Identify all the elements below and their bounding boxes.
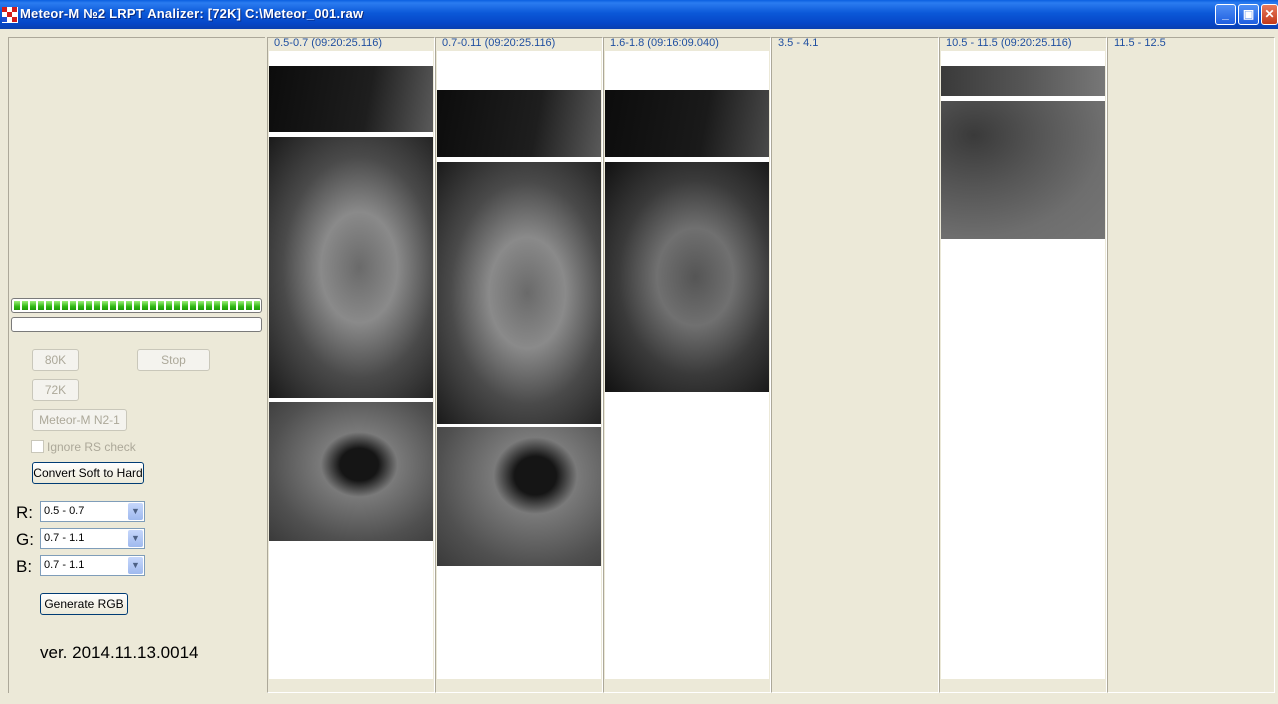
- progress-segment: [30, 301, 36, 310]
- satellite-image-strip: [605, 162, 769, 392]
- meteor-m-n2-1-button[interactable]: Meteor-M N2-1: [32, 409, 127, 431]
- satellite-image-strip: [269, 66, 433, 132]
- channel-column-2: 0.7-0.11 (09:20:25.116): [435, 37, 603, 693]
- progress-bar-secondary: [11, 317, 262, 332]
- satellite-image-strip: [605, 90, 769, 157]
- satellite-image-strip: [437, 90, 601, 157]
- progress-segment: [46, 301, 52, 310]
- checkbox-box[interactable]: [31, 440, 44, 453]
- ignore-rs-label: Ignore RS check: [47, 440, 136, 454]
- channel-label: 11.5 - 12.5: [1114, 37, 1166, 49]
- progress-segment: [78, 301, 84, 310]
- channel-column-5: 10.5 - 11.5 (09:20:25.116): [939, 37, 1107, 693]
- progress-segment: [158, 301, 164, 310]
- channel-label: 0.7-0.11 (09:20:25.116): [442, 37, 556, 49]
- progress-segment: [238, 301, 244, 310]
- b-channel-value: 0.7 - 1.1: [44, 559, 85, 571]
- progress-segment: [230, 301, 236, 310]
- maximize-button[interactable]: ▣: [1238, 4, 1259, 25]
- progress-segment: [22, 301, 28, 310]
- progress-segment: [110, 301, 116, 310]
- progress-segment: [38, 301, 44, 310]
- 80k-button[interactable]: 80K: [32, 349, 79, 371]
- progress-segment: [62, 301, 68, 310]
- progress-segment: [214, 301, 220, 310]
- channel-label: 1.6-1.8 (09:16:09.040): [610, 37, 719, 49]
- channel-column-4: 3.5 - 4.1: [771, 37, 939, 693]
- satellite-image-strip: [941, 101, 1105, 239]
- channel-column-3: 1.6-1.8 (09:16:09.040): [603, 37, 771, 693]
- progress-segment: [134, 301, 140, 310]
- close-button[interactable]: ✕: [1261, 4, 1278, 25]
- progress-segment: [54, 301, 60, 310]
- progress-segment: [118, 301, 124, 310]
- progress-segment: [150, 301, 156, 310]
- r-label: R:: [16, 503, 33, 522]
- chevron-down-icon[interactable]: ▼: [128, 503, 143, 520]
- progress-segment: [222, 301, 228, 310]
- convert-soft-to-hard-button[interactable]: Convert Soft to Hard: [32, 462, 144, 484]
- progress-segment: [206, 301, 212, 310]
- g-channel-select[interactable]: 0.7 - 1.1 ▼: [40, 528, 145, 549]
- satellite-image-strip: [269, 137, 433, 398]
- progress-segment: [182, 301, 188, 310]
- r-channel-value: 0.5 - 0.7: [44, 505, 85, 517]
- progress-segment: [254, 301, 260, 310]
- progress-segment: [70, 301, 76, 310]
- channel-label: 3.5 - 4.1: [778, 37, 819, 49]
- satellite-image-strip: [437, 427, 601, 566]
- satellite-image-strip: [941, 66, 1105, 96]
- channel-label: 0.5-0.7 (09:20:25.116): [274, 37, 383, 49]
- progress-segment: [94, 301, 100, 310]
- progress-segment: [190, 301, 196, 310]
- progress-segment: [174, 301, 180, 310]
- progress-segment: [86, 301, 92, 310]
- progress-segment: [246, 301, 252, 310]
- stop-button[interactable]: Stop: [137, 349, 210, 371]
- b-label: B:: [16, 557, 33, 576]
- g-channel-value: 0.7 - 1.1: [44, 532, 85, 544]
- channel-column-6: 11.5 - 12.5: [1107, 37, 1275, 693]
- progress-segment: [142, 301, 148, 310]
- client-area: 80K Stop 72K Meteor-M N2-1 Ignore RS che…: [0, 29, 1278, 704]
- 72k-button[interactable]: 72K: [32, 379, 79, 401]
- progress-segment: [14, 301, 20, 310]
- r-channel-select[interactable]: 0.5 - 0.7 ▼: [40, 501, 145, 522]
- progress-segment: [198, 301, 204, 310]
- progress-segment: [126, 301, 132, 310]
- satellite-image-strip: [269, 402, 433, 541]
- progress-segment: [166, 301, 172, 310]
- satellite-image-strip: [437, 162, 601, 424]
- minimize-button[interactable]: _: [1215, 4, 1236, 25]
- ignore-rs-checkbox[interactable]: Ignore RS check: [31, 440, 136, 454]
- progress-bar-main: [11, 298, 262, 313]
- channel-label: 10.5 - 11.5 (09:20:25.116): [946, 37, 1072, 49]
- progress-segment: [102, 301, 108, 310]
- b-channel-select[interactable]: 0.7 - 1.1 ▼: [40, 555, 145, 576]
- g-label: G:: [16, 530, 34, 549]
- generate-rgb-button[interactable]: Generate RGB: [40, 593, 128, 615]
- channel-column-1: 0.5-0.7 (09:20:25.116): [267, 37, 435, 693]
- chevron-down-icon[interactable]: ▼: [128, 557, 143, 574]
- title-bar[interactable]: Meteor-M №2 LRPT Analizer: [72K] C:\Mete…: [0, 0, 1278, 29]
- window-title: Meteor-M №2 LRPT Analizer: [72K] C:\Mete…: [20, 6, 364, 21]
- app-icon: [2, 7, 18, 23]
- chevron-down-icon[interactable]: ▼: [128, 530, 143, 547]
- version-label: ver. 2014.11.13.0014: [40, 643, 199, 662]
